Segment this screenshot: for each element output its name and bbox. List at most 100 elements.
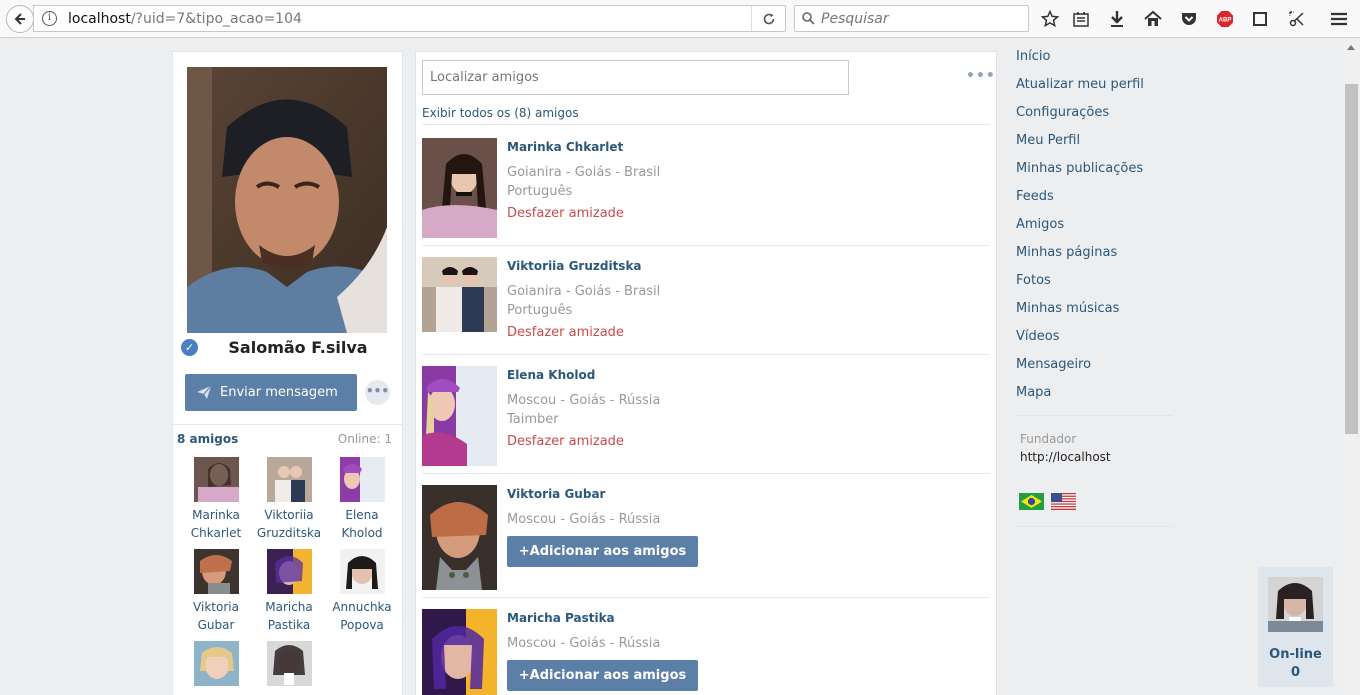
online-widget[interactable]: On-line 0: [1258, 567, 1333, 687]
scroll-thumb[interactable]: [1345, 84, 1358, 434]
friend-tile-name[interactable]: Elena Kholod: [325, 506, 399, 542]
divider: [1016, 526, 1173, 527]
download-icon[interactable]: [1107, 9, 1127, 29]
unfriend-link[interactable]: Desfazer amizade: [507, 434, 624, 449]
founder-label: Fundador: [1020, 432, 1077, 446]
friends-count[interactable]: 8 amigos: [177, 432, 238, 446]
show-all-friends-link[interactable]: Exibir todos os (8) amigos: [422, 106, 579, 120]
url-bar[interactable]: i localhost/?uid=7&tipo_acao=104: [33, 5, 786, 32]
friend-name[interactable]: Elena Kholod: [507, 368, 595, 382]
menu-item-messenger[interactable]: Mensageiro: [1016, 357, 1174, 385]
friend-name[interactable]: Maricha Pastika: [507, 611, 615, 625]
reload-button[interactable]: [751, 6, 785, 31]
paper-plane-icon: [197, 386, 211, 399]
friend-tile[interactable]: Maricha Pastika: [252, 549, 326, 634]
menu-item-my-music[interactable]: Minhas músicas: [1016, 301, 1174, 329]
friend-tile[interactable]: Elena Kholod: [325, 457, 399, 542]
menu-item-photos[interactable]: Fotos: [1016, 273, 1174, 301]
url-text[interactable]: localhost/?uid=7&tipo_acao=104: [68, 11, 302, 27]
page-scrollbar[interactable]: [1343, 39, 1360, 695]
add-friend-button[interactable]: +Adicionar aos amigos: [507, 660, 698, 691]
brazil-flag-icon[interactable]: [1019, 493, 1044, 510]
send-message-label: Enviar mensagem: [220, 385, 338, 400]
divider: [1016, 415, 1173, 416]
friend-avatar: [339, 457, 385, 502]
friend-name[interactable]: Marinka Chkarlet: [507, 140, 623, 154]
usa-flag-icon[interactable]: [1051, 493, 1076, 510]
profile-photo[interactable]: [187, 67, 387, 333]
divider: [173, 424, 402, 425]
menu-item-feeds[interactable]: Feeds: [1016, 189, 1174, 217]
founder-url[interactable]: http://localhost: [1020, 450, 1111, 464]
friend-name[interactable]: Viktoriia Gruzditska: [507, 259, 642, 273]
friend-photo[interactable]: [422, 366, 497, 466]
scroll-up-arrow-icon[interactable]: [1347, 45, 1355, 50]
menu-item-my-posts[interactable]: Minhas publicações: [1016, 161, 1174, 189]
window-icon[interactable]: [1250, 9, 1270, 29]
friend-tile[interactable]: Viktoria Gubar: [179, 549, 253, 634]
friend-location: Goianira - Goiás - Brasil: [507, 165, 661, 180]
browser-toolbar: i localhost/?uid=7&tipo_acao=104 Pesquis…: [0, 0, 1360, 38]
unfriend-link[interactable]: Desfazer amizade: [507, 325, 624, 340]
friends-panel: ••• Exibir todos os (8) amigos Marinka C…: [415, 51, 997, 695]
pocket-icon[interactable]: [1179, 9, 1199, 29]
friend-tile-name[interactable]: Marinka Chkarlet: [179, 506, 253, 542]
friend-tile[interactable]: Marinka Chkarlet: [179, 457, 253, 542]
friend-tile[interactable]: [179, 641, 253, 695]
online-friends-count[interactable]: Online: 1: [338, 432, 392, 446]
menu-item-my-profile[interactable]: Meu Perfil: [1016, 133, 1174, 161]
friend-tile-name[interactable]: Maricha Pastika: [252, 598, 326, 634]
info-icon[interactable]: i: [42, 11, 57, 26]
friend-language: Taimber: [507, 412, 559, 427]
adblock-icon[interactable]: ABP: [1215, 9, 1235, 29]
home-icon[interactable]: [1143, 9, 1163, 29]
friend-tile-name[interactable]: [252, 690, 326, 695]
friends-more-button[interactable]: •••: [966, 68, 996, 84]
reading-list-icon[interactable]: [1071, 9, 1091, 29]
friend-location: Moscou - Goiás - Rússia: [507, 512, 661, 527]
friend-avatar: [266, 457, 312, 502]
back-button[interactable]: [6, 5, 34, 33]
friend-search-input[interactable]: [422, 60, 849, 95]
friend-location: Goianira - Goiás - Brasil: [507, 284, 661, 299]
friend-tile[interactable]: Annuchka Popova: [325, 549, 399, 634]
menu-item-settings[interactable]: Configurações: [1016, 105, 1174, 133]
reload-icon: [763, 13, 774, 24]
friend-photo[interactable]: [422, 609, 497, 695]
friend-avatar: [266, 641, 312, 686]
friend-tile-name[interactable]: Viktoria Gubar: [179, 598, 253, 634]
side-menu: Início Atualizar meu perfil Configuraçõe…: [1016, 49, 1174, 413]
friend-tile-name[interactable]: Annuchka Popova: [325, 598, 399, 634]
friend-photo[interactable]: [422, 485, 497, 590]
menu-item-videos[interactable]: Vídeos: [1016, 329, 1174, 357]
menu-item-my-pages[interactable]: Minhas páginas: [1016, 245, 1174, 273]
friend-tile[interactable]: Viktoriia Gruzditska: [252, 457, 326, 542]
hamburger-menu-icon[interactable]: [1329, 9, 1349, 29]
unfriend-link[interactable]: Desfazer amizade: [507, 206, 624, 221]
browser-search[interactable]: Pesquisar: [794, 5, 1029, 32]
screenshot-icon[interactable]: [1287, 9, 1307, 29]
friend-tile[interactable]: [252, 641, 326, 695]
divider: [422, 354, 990, 355]
menu-item-update-profile[interactable]: Atualizar meu perfil: [1016, 77, 1174, 105]
friend-photo[interactable]: [422, 138, 497, 238]
profile-more-button[interactable]: •••: [365, 380, 390, 405]
online-user-avatar[interactable]: [1268, 577, 1323, 632]
send-message-button[interactable]: Enviar mensagem: [185, 374, 357, 411]
friend-tile-name[interactable]: Viktoriia Gruzditska: [252, 506, 326, 542]
divider: [422, 245, 990, 246]
friend-language: Português: [507, 303, 573, 318]
menu-item-map[interactable]: Mapa: [1016, 385, 1174, 413]
bookmark-star-icon[interactable]: [1040, 9, 1060, 29]
menu-item-inicio[interactable]: Início: [1016, 49, 1174, 77]
browser-search-placeholder: Pesquisar: [821, 11, 889, 27]
online-count: 0: [1290, 665, 1301, 680]
back-arrow-icon: [14, 13, 25, 25]
add-friend-button[interactable]: +Adicionar aos amigos: [507, 536, 698, 567]
friend-photo[interactable]: [422, 257, 497, 332]
divider: [422, 124, 990, 125]
friend-name[interactable]: Viktoria Gubar: [507, 487, 605, 501]
menu-item-friends[interactable]: Amigos: [1016, 217, 1174, 245]
divider: [422, 473, 990, 474]
friend-tile-name[interactable]: [179, 690, 253, 695]
